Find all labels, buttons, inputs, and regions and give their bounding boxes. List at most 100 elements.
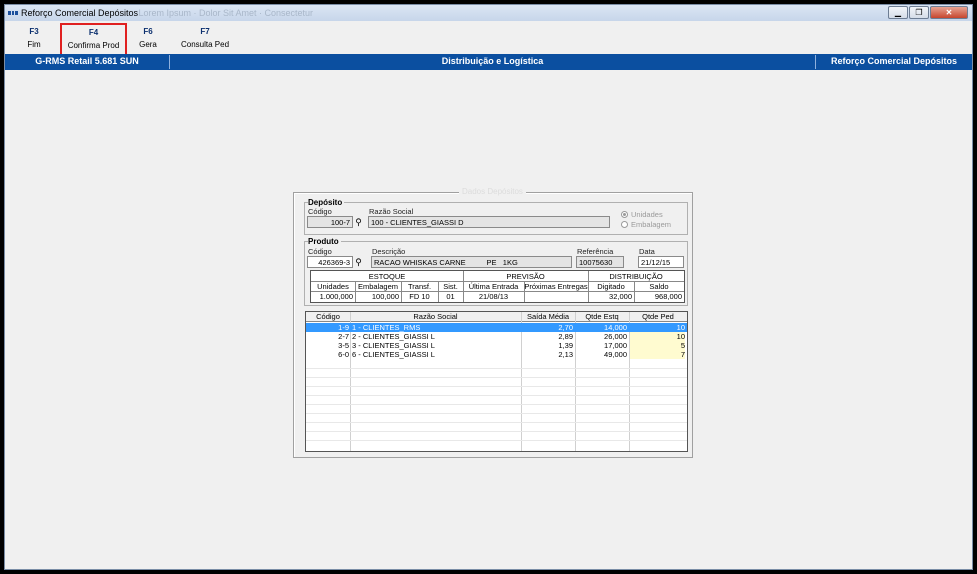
toolbar-label: Gera <box>139 40 157 49</box>
produto-descricao-field: RACAO WHISKAS CARNE PE 1KG <box>371 256 572 268</box>
toolbar-label: Fim <box>27 40 41 49</box>
grid-empty-line <box>306 440 687 441</box>
stores-grid[interactable]: Código Razão Social Saída Média Qtde Est… <box>305 311 688 452</box>
title-bar: Reforço Comercial Depósitos · Lorem Ipsu… <box>5 5 972 21</box>
row-estq: 49,000 <box>604 350 627 359</box>
row-razao: 3 - CLIENTES_GIASSI L <box>352 341 435 350</box>
produto-data-field[interactable]: 21/12/15 <box>638 256 684 268</box>
row-estq: 14,000 <box>604 323 627 332</box>
grid-col-razao: Razão Social <box>413 312 458 321</box>
col-sist: Sist. <box>443 282 458 291</box>
maximize-button[interactable]: ❐ <box>909 6 929 19</box>
col-ultima-entrada: Última Entrada <box>468 282 519 291</box>
row-saida: 2,89 <box>558 332 573 341</box>
row-ped[interactable]: 5 <box>630 341 685 350</box>
val-sist: 01 <box>446 292 455 301</box>
grid-row[interactable]: 2-7 2 - CLIENTES_GIASSI L 2,89 26,000 10 <box>306 332 687 341</box>
system-version: G-RMS Retail 5.681 SUN <box>35 56 139 66</box>
toolbar-consulta-ped-button[interactable]: F7 Consulta Ped <box>179 27 231 49</box>
unidades-radio[interactable]: Unidades <box>621 210 663 219</box>
radio-icon <box>621 221 628 228</box>
row-codigo: 2-7 <box>338 332 349 341</box>
grid-row[interactable]: 1-9 1 - CLIENTES_RMS 2,70 14,000 10 <box>306 323 687 332</box>
deposito-codigo-label: Código <box>308 207 332 216</box>
toolbar-gera-button[interactable]: F6 Gera <box>137 27 159 49</box>
grid-row[interactable]: 3-5 3 - CLIENTES_GIASSI L 1,39 17,000 5 <box>306 341 687 350</box>
val-ultima-entrada: 21/08/13 <box>478 292 509 301</box>
grid-empty-line <box>306 368 687 369</box>
toolbar-key: F7 <box>200 27 210 36</box>
embalagem-radio[interactable]: Embalagem <box>621 220 671 229</box>
row-razao: 1 - CLIENTES_RMS <box>352 323 421 332</box>
produto-legend: Produto <box>308 237 341 246</box>
row-codigo: 1-9 <box>338 323 349 332</box>
distribuicao-header: DISTRIBUIÇÃO <box>609 272 663 281</box>
deposito-search-icon[interactable]: ⚲ <box>353 216 364 228</box>
screen-name: Reforço Comercial Depósitos <box>830 56 958 66</box>
toolbar-label: Confirma Prod <box>67 41 120 50</box>
close-button[interactable]: ✕ <box>930 6 968 19</box>
grid-empty-line <box>306 404 687 405</box>
grid-empty-line <box>306 386 687 387</box>
row-razao: 2 - CLIENTES_GIASSI L <box>352 332 435 341</box>
row-saida: 2,13 <box>558 350 573 359</box>
produto-referencia-field: 10075630 <box>576 256 624 268</box>
col-digitado: Digitado <box>597 282 625 291</box>
estoque-header: ESTOQUE <box>368 272 406 281</box>
embalagem-label: Embalagem <box>631 220 672 229</box>
col-transf: Transf. <box>407 282 432 291</box>
row-razao: 6 - CLIENTES_GIASSI L <box>352 350 435 359</box>
restore-icon: ❐ <box>915 8 923 17</box>
row-saida: 2,70 <box>558 323 573 332</box>
grid-empty-line <box>306 395 687 396</box>
row-saida: 1,39 <box>558 341 573 350</box>
val-unidades: 1.000,000 <box>319 292 353 301</box>
grid-col-saida: Saída Média <box>526 312 570 321</box>
val-embalagem: 100,000 <box>371 292 399 301</box>
produto-referencia-label: Referência <box>577 247 614 256</box>
row-ped[interactable]: 10 <box>630 332 685 341</box>
app-icon <box>8 11 18 15</box>
col-saldo: Saldo <box>649 282 669 291</box>
grid-col-ped: Qtde Ped <box>642 312 674 321</box>
grid-col-estq: Qtde Estq <box>585 312 619 321</box>
row-codigo: 6-0 <box>338 350 349 359</box>
deposito-legend: Depósito <box>308 198 345 207</box>
val-saldo: 968,000 <box>654 292 682 301</box>
row-ped[interactable]: 7 <box>630 350 685 359</box>
radio-selected-icon <box>621 211 628 218</box>
minimize-button[interactable]: ▁ <box>888 6 908 19</box>
toolbar-key: F3 <box>29 27 39 36</box>
toolbar-label: Consulta Ped <box>180 40 230 49</box>
window-title-ghost: · Lorem Ipsum · Dolor Sit Amet · Consect… <box>133 8 314 18</box>
deposito-razao-label: Razão Social <box>369 207 414 216</box>
grid-col-codigo: Código <box>316 312 340 321</box>
col-unidades: Unidades <box>317 282 349 291</box>
row-estq: 17,000 <box>604 341 627 350</box>
grid-row[interactable]: 6-0 6 - CLIENTES_GIASSI L 2,13 49,000 7 <box>306 350 687 359</box>
previsao-header: PREVISÃO <box>506 272 545 281</box>
grid-empty-line <box>306 413 687 414</box>
deposito-codigo-field[interactable]: 100-7 <box>307 216 353 228</box>
toolbar-fim-button[interactable]: F3 Fim <box>24 27 44 49</box>
toolbar-key: F6 <box>143 27 153 36</box>
val-transf: FD 10 <box>409 292 430 301</box>
col-embalagem: Embalagem <box>357 282 399 291</box>
row-codigo: 3-5 <box>338 341 349 350</box>
deposit-panel: Dados Depósitos Depósito Código 100-7 ⚲ … <box>293 187 693 458</box>
produto-search-icon[interactable]: ⚲ <box>353 256 364 268</box>
produto-data-label: Data <box>639 247 655 256</box>
window-title: Reforço Comercial Depósitos <box>21 8 139 18</box>
deposito-razao-field: 100 - CLIENTES_GIASSI D <box>368 216 610 228</box>
main-window: Reforço Comercial Depósitos · Lorem Ipsu… <box>4 4 973 570</box>
col-proximas-entregas: Próximas Entregas <box>524 282 588 291</box>
close-icon: ✕ <box>945 8 953 17</box>
header-bar: G-RMS Retail 5.681 SUN Distribuição e Lo… <box>5 54 972 70</box>
grid-empty-line <box>306 422 687 423</box>
val-digitado: 32,000 <box>609 292 632 301</box>
toolbar: F3 Fim F4 Confirma Prod F6 Gera F7 Consu… <box>5 22 972 59</box>
produto-codigo-field[interactable]: 426369-3 <box>307 256 353 268</box>
panel-title: Dados Depósitos <box>459 187 526 196</box>
grid-empty-line <box>306 431 687 432</box>
produto-codigo-label: Código <box>308 247 332 256</box>
